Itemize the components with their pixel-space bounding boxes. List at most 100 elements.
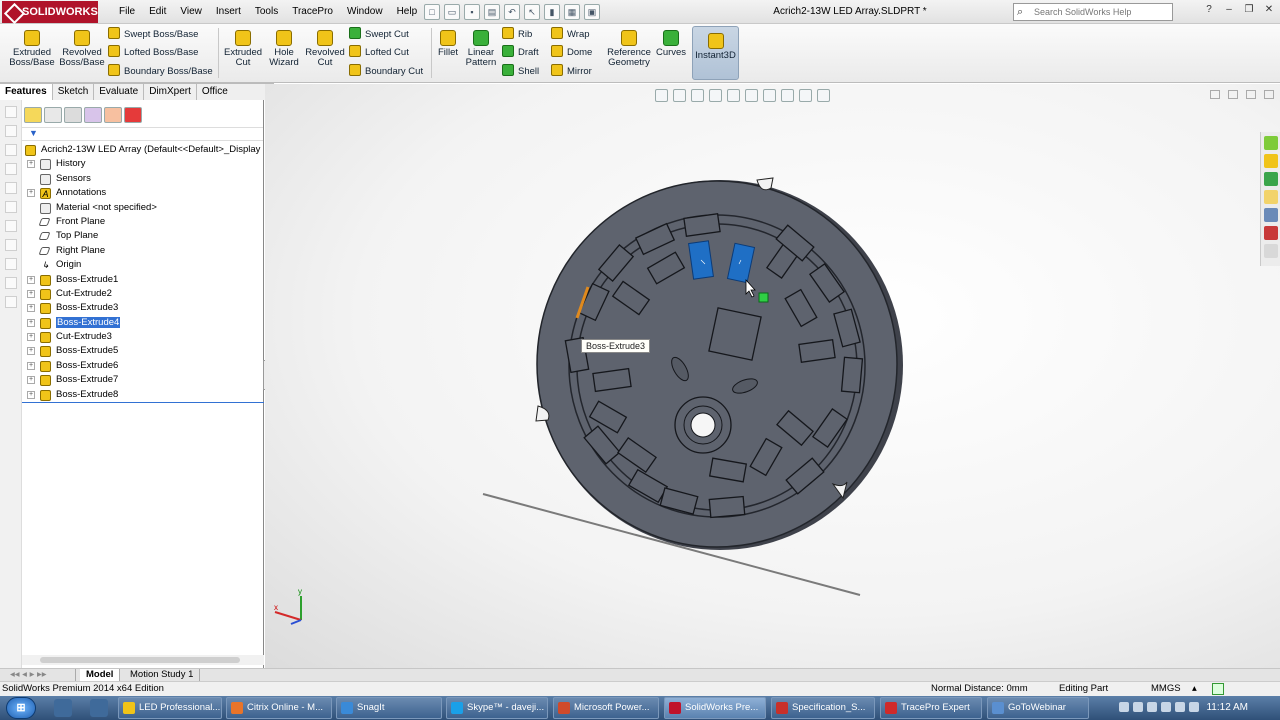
new-icon[interactable]: □ xyxy=(424,4,440,20)
tab-features[interactable]: Features xyxy=(0,83,53,100)
tray-icon[interactable] xyxy=(1147,702,1157,712)
taskbar-button-active[interactable]: SolidWorks Pre... xyxy=(664,697,766,719)
sketch-tool-icon[interactable] xyxy=(5,239,17,251)
minimize-icon[interactable]: – xyxy=(1222,3,1236,17)
graphics-area[interactable]: x y Boss-Extrude3 xyxy=(265,84,1280,668)
expand-icon[interactable]: + xyxy=(27,289,35,298)
feature-tree-icon[interactable] xyxy=(24,107,42,123)
lofted-boss-button[interactable]: Lofted Boss/Base xyxy=(108,45,198,60)
tree-item-front-plane[interactable]: Front Plane xyxy=(22,215,264,229)
lofted-cut-button[interactable]: Lofted Cut xyxy=(349,45,409,60)
tab-sketch[interactable]: Sketch xyxy=(52,83,95,100)
sketch-tool-icon[interactable] xyxy=(5,163,17,175)
expand-icon[interactable]: + xyxy=(27,189,35,198)
taskbar-button[interactable]: TracePro Expert xyxy=(880,697,982,719)
save-icon[interactable]: ▪ xyxy=(464,4,480,20)
custom-properties-icon[interactable] xyxy=(1264,226,1278,240)
taskbar-button[interactable]: Microsoft Power... xyxy=(553,697,659,719)
print-icon[interactable]: ▤ xyxy=(484,4,500,20)
configuration-manager-icon[interactable] xyxy=(64,107,82,123)
tree-scrollbar[interactable] xyxy=(22,655,264,665)
view-palette-icon[interactable] xyxy=(1264,190,1278,204)
outlook-icon[interactable] xyxy=(90,699,108,717)
restore-icon[interactable]: ❐ xyxy=(1242,3,1256,17)
taskbar-button[interactable]: Citrix Online - M... xyxy=(226,697,332,719)
close-icon[interactable]: ✕ xyxy=(1262,3,1276,17)
tree-item-annotations[interactable]: + A Annotations xyxy=(22,186,264,200)
swept-boss-button[interactable]: Swept Boss/Base xyxy=(108,27,198,42)
sketch-tool-icon[interactable] xyxy=(5,277,17,289)
tree-item-feature[interactable]: + Boss-Extrude8 xyxy=(22,388,264,402)
display-manager-icon[interactable] xyxy=(104,107,122,123)
extruded-cut-button[interactable]: Extruded Cut xyxy=(222,30,264,68)
rebuild-status-icon[interactable] xyxy=(1212,683,1224,695)
tree-item-origin[interactable]: ↳ Origin xyxy=(22,258,264,272)
sketch-tool-icon[interactable] xyxy=(5,106,17,118)
extruded-boss-button[interactable]: Extruded Boss/Base xyxy=(8,30,56,68)
options-icon[interactable]: ▣ xyxy=(584,4,600,20)
taskbar-button[interactable]: SnagIt xyxy=(336,697,442,719)
tray-icon[interactable] xyxy=(1175,702,1185,712)
menu-tracepro[interactable]: TracePro xyxy=(285,0,340,24)
led-array-part[interactable] xyxy=(535,177,903,550)
fillet-button[interactable]: Fillet xyxy=(434,30,462,58)
tree-item-feature[interactable]: + Boss-Extrude3 xyxy=(22,301,264,315)
clock[interactable]: 11:12 AM xyxy=(1206,696,1248,720)
tree-item-feature[interactable]: + Boss-Extrude6 xyxy=(22,359,264,373)
tree-item-right-plane[interactable]: Right Plane xyxy=(22,244,264,258)
sketch-tool-icon[interactable] xyxy=(5,182,17,194)
design-library-icon[interactable] xyxy=(1264,154,1278,168)
boundary-boss-button[interactable]: Boundary Boss/Base xyxy=(108,64,213,79)
tree-item-feature[interactable]: + Cut-Extrude3 xyxy=(22,330,264,344)
sketch-tool-icon[interactable] xyxy=(5,296,17,308)
expand-icon[interactable]: + xyxy=(27,333,35,342)
expand-icon[interactable]: + xyxy=(27,390,35,399)
forum-icon[interactable] xyxy=(1264,244,1278,258)
taskbar-button[interactable]: GoToWebinar xyxy=(987,697,1089,719)
hole-wizard-button[interactable]: Hole Wizard xyxy=(264,30,304,68)
expand-icon[interactable]: + xyxy=(27,347,35,356)
instant3d-button[interactable]: Instant3D xyxy=(692,26,739,80)
dome-button[interactable]: Dome xyxy=(551,45,592,60)
sketch-tool-icon[interactable] xyxy=(5,201,17,213)
expand-icon[interactable]: + xyxy=(27,361,35,370)
rebuild-icon[interactable]: ▮ xyxy=(544,4,560,20)
menu-help[interactable]: Help xyxy=(390,0,425,24)
wrap-button[interactable]: Wrap xyxy=(551,27,590,42)
revolved-boss-button[interactable]: Revolved Boss/Base xyxy=(58,30,106,68)
tree-item-material[interactable]: Material <not specified> xyxy=(22,201,264,215)
menu-insert[interactable]: Insert xyxy=(209,0,248,24)
tray-icon[interactable] xyxy=(1189,702,1199,712)
shell-button[interactable]: Shell xyxy=(502,64,539,79)
tab-office-products[interactable]: Office Products xyxy=(196,83,274,113)
tab-evaluate[interactable]: Evaluate xyxy=(94,83,145,100)
expand-icon[interactable]: + xyxy=(27,304,35,313)
tree-item-feature[interactable]: + Boss-Extrude7 xyxy=(22,373,264,387)
expand-icon[interactable]: + xyxy=(27,160,35,169)
resources-icon[interactable] xyxy=(1264,136,1278,150)
sketch-tool-icon[interactable] xyxy=(5,220,17,232)
tab-dimxpert[interactable]: DimXpert xyxy=(144,83,197,100)
file-properties-icon[interactable]: ▦ xyxy=(564,4,580,20)
expand-icon[interactable]: + xyxy=(27,376,35,385)
undo-icon[interactable]: ↶ xyxy=(504,4,520,20)
rib-button[interactable]: Rib xyxy=(502,27,532,42)
property-manager-icon[interactable] xyxy=(44,107,62,123)
menu-edit[interactable]: Edit xyxy=(142,0,173,24)
solidworks-logo[interactable]: SOLIDWORKS xyxy=(2,1,98,23)
tree-item-top-plane[interactable]: Top Plane xyxy=(22,229,264,243)
mirror-button[interactable]: Mirror xyxy=(551,64,592,79)
sketch-tool-icon[interactable] xyxy=(5,144,17,156)
revolved-cut-button[interactable]: Revolved Cut xyxy=(304,30,346,68)
dimxpert-manager-icon[interactable] xyxy=(84,107,102,123)
tray-icon[interactable] xyxy=(1161,702,1171,712)
select-icon[interactable]: ↖ xyxy=(524,4,540,20)
sketch-tool-icon[interactable] xyxy=(5,125,17,137)
open-icon[interactable]: ▭ xyxy=(444,4,460,20)
reference-geometry-button[interactable]: Reference Geometry xyxy=(605,30,653,68)
menu-view[interactable]: View xyxy=(173,0,209,24)
menu-window[interactable]: Window xyxy=(340,0,390,24)
tree-item-history[interactable]: + History xyxy=(22,157,264,171)
tree-item-feature-selected[interactable]: + Boss-Extrude4 xyxy=(22,316,264,330)
appearances-icon[interactable] xyxy=(1264,208,1278,222)
